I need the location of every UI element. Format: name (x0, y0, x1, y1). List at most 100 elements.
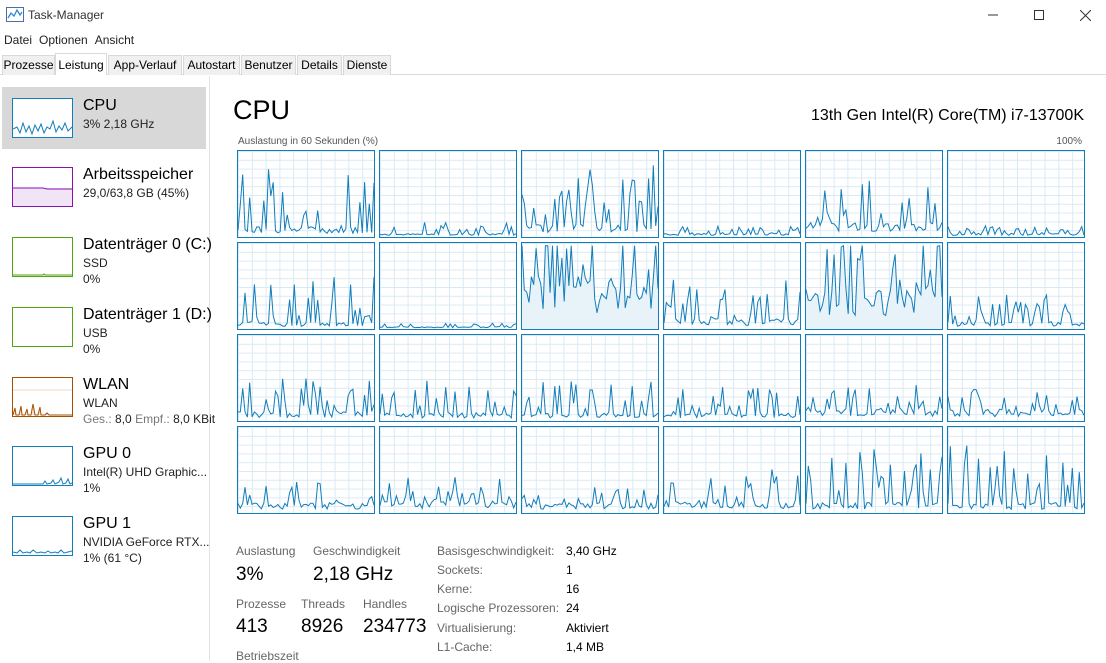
spec-value: 3,40 GHz (566, 544, 617, 558)
sidebar-item-arbeitsspeicher[interactable]: Arbeitsspeicher 29,0/63,8 GB (45%) (2, 156, 206, 218)
sidebar-divider (209, 76, 210, 661)
spec-value: 1 (566, 563, 573, 577)
wlan-sent-value: 8,0 (115, 412, 132, 426)
logical-processor-graph (805, 150, 943, 238)
wlan-sent-label: Ges.: (83, 412, 112, 426)
sidebar-gpu0-title: GPU 0 (83, 445, 132, 462)
graph-label: Auslastung in 60 Sekunden (%) (238, 136, 379, 147)
prozesse-value: 413 (236, 616, 268, 637)
logical-processor-graph (521, 150, 659, 238)
tab-autostart[interactable]: Autostart (183, 55, 240, 75)
sidebar-gpu1-usage: 1% (61 °C) (83, 551, 142, 565)
sidebar-item-gpu-1[interactable]: GPU 1 NVIDIA GeForce RTX... 1% (61 °C) (2, 505, 210, 567)
sidebar-item-wlan[interactable]: WLAN WLAN Ges.: 8,0 Empf.: 8,0 KBit (2, 366, 215, 428)
title-bar: Task-Manager (0, 0, 1106, 30)
cpu-thumbnail-graph (12, 98, 73, 138)
handles-value: 234773 (363, 616, 427, 637)
menu-datei[interactable]: Datei (0, 31, 35, 49)
logical-processor-graph (805, 426, 943, 514)
logical-processor-graph (663, 242, 801, 330)
logical-processor-graph (947, 426, 1085, 514)
tab-app-verlauf[interactable]: App-Verlauf (108, 55, 182, 75)
logical-processor-graph (947, 242, 1085, 330)
spec-key: Logische Prozessoren: (437, 601, 560, 615)
logical-processor-graph (521, 426, 659, 514)
disk0-thumbnail-graph (12, 237, 73, 277)
gpu1-thumbnail-graph (12, 516, 73, 556)
spec-key: Basisgeschwindigkeit: (437, 544, 555, 558)
menu-ansicht[interactable]: Ansicht (91, 31, 137, 49)
menu-optionen[interactable]: Optionen (35, 31, 91, 49)
logical-processor-graph (805, 334, 943, 422)
gpu0-thumbnail-graph (12, 446, 73, 486)
sidebar-gpu1-name: NVIDIA GeForce RTX... (83, 535, 210, 549)
sidebar-gpu0-usage: 1% (83, 481, 101, 495)
auslastung-label: Auslastung (236, 544, 296, 558)
logical-processor-graph (663, 426, 801, 514)
logical-processor-graph (379, 150, 517, 238)
tab-details[interactable]: Details (297, 55, 342, 75)
tab-dienste[interactable]: Dienste (343, 55, 391, 75)
sidebar-disk0-type: SSD (83, 256, 108, 270)
page-title: CPU (233, 95, 291, 125)
maximize-button[interactable] (1016, 0, 1062, 30)
logical-processor-graph (379, 334, 517, 422)
sidebar-item-gpu-0[interactable]: GPU 0 Intel(R) UHD Graphic... 1% (2, 435, 208, 497)
close-button[interactable] (1062, 0, 1106, 30)
sidebar-cpu-title: CPU (83, 97, 117, 114)
tab-prozesse[interactable]: Prozesse (2, 55, 55, 75)
logical-processor-graph (521, 334, 659, 422)
tab-bar: Prozesse Leistung App-Verlauf Autostart … (0, 53, 1106, 75)
spec-value: 24 (566, 601, 580, 615)
maximize-icon (1034, 10, 1044, 20)
sidebar-disk1-title: Datenträger 1 (D:) (83, 306, 212, 323)
wlan-recv-value: 8,0 KBit (173, 412, 216, 426)
sidebar-disk0-usage: 0% (83, 272, 101, 286)
prozesse-label: Prozesse (236, 597, 287, 611)
sidebar-memory-detail: 29,0/63,8 GB (45%) (83, 186, 190, 200)
disk1-thumbnail-graph (12, 307, 73, 347)
cpu-model-name: 13th Gen Intel(R) Core(TM) i7-13700K (811, 107, 1084, 124)
sidebar-wlan-throughput: Ges.: 8,0 Empf.: 8,0 KBit (83, 412, 215, 426)
logical-processor-graph (237, 242, 375, 330)
sidebar-disk1-usage: 0% (83, 342, 101, 356)
wlan-thumbnail-graph (12, 377, 73, 417)
task-manager-icon (6, 7, 24, 22)
logical-processor-graph (663, 150, 801, 238)
handles-label: Handles (363, 597, 408, 611)
sidebar-disk1-type: USB (83, 326, 108, 340)
logical-processor-graph (663, 334, 801, 422)
logical-processor-graph (947, 334, 1085, 422)
logical-processor-graph (805, 242, 943, 330)
sidebar-item-datentraeger-1[interactable]: Datenträger 1 (D:) USB 0% (2, 296, 212, 358)
sidebar-cpu-detail: 3% 2,18 GHz (83, 117, 155, 131)
geschwindigkeit-label: Geschwindigkeit (313, 544, 401, 558)
sidebar-item-datentraeger-0[interactable]: Datenträger 0 (C:) SSD 0% (2, 226, 212, 288)
minimize-button[interactable] (970, 0, 1016, 30)
spec-value: 1,4 MB (566, 640, 605, 654)
logical-processor-graph (237, 334, 375, 422)
geschwindigkeit-value: 2,18 GHz (313, 564, 394, 585)
sidebar-wlan-title: WLAN (83, 376, 130, 393)
graph-max-label: 100% (1056, 136, 1082, 147)
tab-benutzer[interactable]: Benutzer (241, 55, 296, 75)
sidebar-gpu1-title: GPU 1 (83, 515, 132, 532)
menu-bar: Datei Optionen Ansicht (0, 31, 137, 49)
threads-value: 8926 (301, 616, 344, 637)
memory-thumbnail-graph (12, 167, 73, 207)
sidebar-item-cpu[interactable]: CPU 3% 2,18 GHz (2, 87, 206, 149)
sidebar-wlan-adapter: WLAN (83, 396, 118, 410)
close-icon (1079, 9, 1091, 21)
sidebar-gpu0-name: Intel(R) UHD Graphic... (83, 465, 208, 479)
spec-key: Kerne: (437, 582, 473, 596)
tab-leistung[interactable]: Leistung (55, 53, 107, 75)
logical-processor-graph (379, 242, 517, 330)
minimize-icon (988, 14, 998, 16)
wlan-recv-label: Empf.: (135, 412, 170, 426)
logical-processor-graph (237, 150, 375, 238)
sidebar-memory-title: Arbeitsspeicher (83, 166, 194, 183)
logical-processor-graph (379, 426, 517, 514)
logical-processor-graph (521, 242, 659, 330)
spec-key: Virtualisierung: (437, 621, 517, 635)
window-title: Task-Manager (28, 8, 105, 22)
